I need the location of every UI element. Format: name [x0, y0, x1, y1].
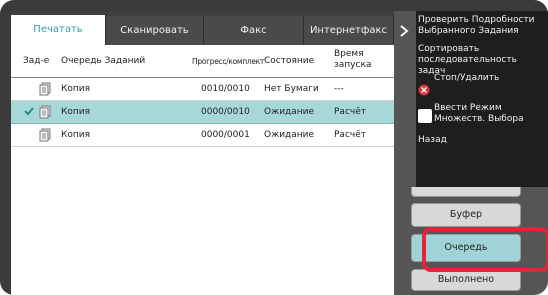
- menu-item-back[interactable]: Назад: [418, 135, 546, 146]
- tab-scan[interactable]: Сканировать: [106, 16, 204, 45]
- hidden-button-edge: [411, 187, 521, 197]
- header-status: Зад-е: [23, 56, 50, 66]
- menu-item-stop-delete[interactable]: Стоп/Удалить: [434, 73, 544, 84]
- action-menu: Проверить Подробности Выбранного Задания…: [416, 11, 548, 187]
- row-job-name: Копия: [61, 130, 91, 140]
- row-state: Нет Бумаги: [264, 84, 319, 94]
- row-state: Ожидание: [264, 107, 315, 117]
- tab-fax[interactable]: Факс: [204, 16, 304, 45]
- copy-job-icon: [39, 128, 51, 142]
- done-button[interactable]: Выполнено: [411, 269, 521, 291]
- row-progress: 0000/0010: [201, 107, 250, 117]
- row-time: Расчёт: [334, 130, 366, 140]
- chevron-right-icon[interactable]: [399, 25, 409, 37]
- row-progress: 0010/0010: [201, 84, 250, 94]
- tab-internet-fax[interactable]: Интернетфакс: [304, 16, 394, 45]
- header-state: Состояние: [264, 56, 315, 66]
- copy-job-icon: [39, 82, 51, 96]
- stop-delete-icon: [418, 84, 430, 96]
- device-frame: Печатать Сканировать Факс Интернетфакс З…: [0, 0, 548, 295]
- buffer-button[interactable]: Буфер: [411, 203, 521, 227]
- row-state: Ожидание: [264, 130, 315, 140]
- row-job-name: Копия: [61, 84, 91, 94]
- row-time: Расчёт: [334, 107, 366, 117]
- row-time: ---: [334, 84, 344, 94]
- header-queue: Очередь Заданий: [61, 56, 146, 66]
- row-progress: 0000/0001: [201, 130, 250, 140]
- tab-print[interactable]: Печатать: [11, 15, 106, 45]
- header-progress: Прогресс/комплект: [192, 57, 264, 66]
- screen: Печатать Сканировать Факс Интернетфакс З…: [11, 11, 548, 295]
- checkbox-icon[interactable]: [418, 109, 432, 123]
- row-job-name: Копия: [61, 107, 91, 117]
- copy-job-icon: [39, 105, 51, 119]
- menu-item-multi-select[interactable]: Ввести Режим Множеств. Выбора: [434, 103, 544, 125]
- menu-item-check-details[interactable]: Проверить Подробности Выбранного Задания: [418, 15, 546, 37]
- check-icon: [24, 107, 34, 116]
- header-time: Время запуска: [334, 49, 372, 70]
- highlight-ring: [422, 227, 548, 272]
